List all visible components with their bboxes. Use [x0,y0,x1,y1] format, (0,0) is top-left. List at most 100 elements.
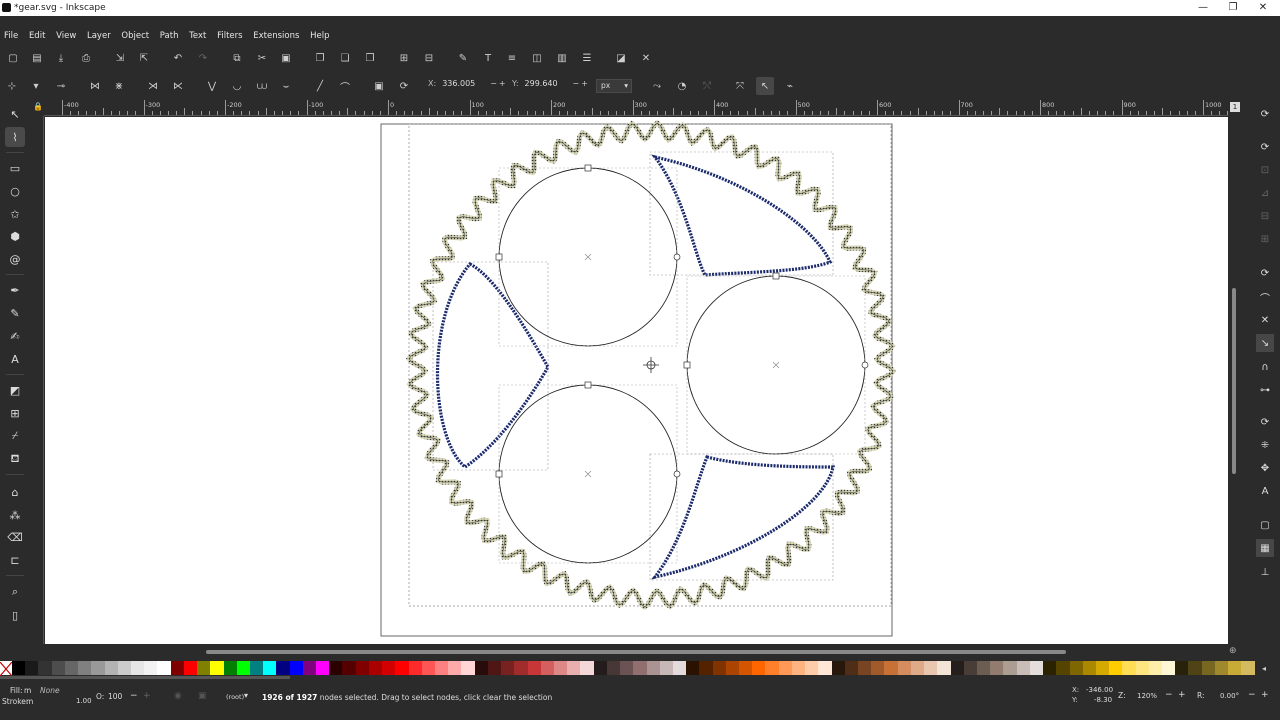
x-decrement-icon[interactable]: − [490,79,497,88]
menu-file[interactable]: File [0,28,22,41]
color-swatch[interactable] [540,661,554,675]
new-document-icon[interactable]: ▢ [4,49,22,67]
color-swatch[interactable] [368,661,383,675]
rotate-value[interactable]: 0.00° [1220,692,1239,700]
color-swatch[interactable] [236,661,250,675]
duplicate-icon[interactable]: ❐ [311,49,329,67]
edit-clip-icon[interactable]: ◔ [673,77,691,95]
snap-others-icon[interactable]: ⟳ [1256,413,1274,431]
color-swatch[interactable] [435,661,449,675]
cusp-node-icon[interactable]: ⋁ [203,77,221,95]
color-swatch[interactable] [580,661,594,675]
dropper-tool-icon[interactable]: ⌿ [5,426,25,446]
color-swatch[interactable] [1228,661,1242,675]
menu-object[interactable]: Object [117,28,153,41]
zoom-tool-icon[interactable]: ⌕ [5,582,25,602]
color-swatch[interactable] [38,661,52,675]
node-handle[interactable] [584,381,592,389]
snap-paths-icon[interactable]: ⌒ [1256,288,1274,306]
color-swatch[interactable] [990,661,1004,675]
lock-guides-icon[interactable]: 🔒 [33,102,43,111]
color-swatch[interactable] [871,661,885,675]
color-swatch[interactable] [844,661,858,675]
color-swatch[interactable] [408,661,422,675]
node-handle[interactable] [495,470,503,478]
menu-view[interactable]: View [52,28,80,41]
pen-tool-icon[interactable]: ✒ [5,280,25,300]
x-increment-icon[interactable]: + [499,79,506,88]
stroke-value[interactable]: m [26,697,33,706]
clone-icon[interactable]: ❏ [336,49,354,67]
eraser-tool-icon[interactable]: ⌫ [5,527,25,547]
node-handle[interactable] [683,361,691,369]
color-swatch[interactable] [950,661,964,675]
text-font-icon[interactable]: T [479,49,497,67]
smooth-node-icon[interactable]: ◡ [228,77,246,95]
color-swatch[interactable] [1122,661,1136,675]
cutout-bottom-right[interactable] [651,455,835,580]
layer-dropdown-icon[interactable]: ▾ [244,691,248,700]
objects-icon[interactable]: ▥ [553,49,571,67]
copy-icon[interactable]: ⧉ [228,49,246,67]
node-tool-icon[interactable]: ⌇ [5,127,25,147]
snap-guides-icon[interactable]: ⊥ [1256,563,1274,581]
snap-enable-icon[interactable]: ⟳ [1256,105,1274,123]
color-swatch[interactable] [1056,661,1070,675]
color-swatch[interactable] [805,661,819,675]
rotate-increment-icon[interactable]: + [1261,690,1269,700]
auto-smooth-node-icon[interactable]: ⌣ [277,77,295,95]
snap-page-border-icon[interactable]: ▢ [1256,516,1274,534]
color-swatch[interactable] [1214,661,1229,675]
color-swatch[interactable] [170,661,184,675]
color-swatch[interactable] [884,661,898,675]
color-swatch[interactable] [249,661,264,675]
drawing-svg[interactable] [45,117,1228,644]
group-icon[interactable]: ⊞ [395,49,413,67]
rotation-center-icon[interactable] [643,357,659,373]
node-handle[interactable] [495,253,503,261]
color-swatch[interactable] [302,661,317,675]
rotate-decrement-icon[interactable]: − [1248,690,1256,700]
color-swatch[interactable] [1148,661,1163,675]
color-swatch[interactable] [329,661,343,675]
horizontal-ruler[interactable]: -400 -300 -200 -100 0 100 200 300 400 500 600 700 80… [44,100,1229,116]
color-swatch[interactable] [831,661,845,675]
color-swatch[interactable] [51,661,65,675]
mesh-tool-icon[interactable]: ⊞ [5,403,25,423]
calligraphy-tool-icon[interactable]: ✍ [5,326,25,346]
color-swatch[interactable] [1082,661,1096,675]
import-icon[interactable]: ⇲ [111,49,129,67]
print-icon[interactable]: ⎙ [77,49,95,67]
node-handle[interactable] [673,470,681,478]
vertical-scrollbar[interactable] [1232,288,1236,474]
rectangle-tool-icon[interactable]: ▭ [5,158,25,178]
object-to-path-icon[interactable]: ▣ [370,77,388,95]
snap-rotation-center-icon[interactable]: ✥ [1256,459,1274,477]
color-swatch[interactable] [963,661,977,675]
color-swatch[interactable] [487,661,502,675]
color-swatch[interactable] [910,661,925,675]
symmetric-node-icon[interactable]: ⩊ [253,77,271,95]
fill-value[interactable]: m [24,686,31,695]
menu-text[interactable]: Text [185,28,210,41]
color-swatch[interactable] [739,661,753,675]
menu-extensions[interactable]: Extensions [249,28,303,41]
color-swatch[interactable] [553,661,568,675]
color-swatch[interactable] [1201,661,1215,675]
pencil-tool-icon[interactable]: ✎ [5,303,25,323]
gradient-tool-icon[interactable]: ◩ [5,380,25,400]
color-swatch[interactable] [699,661,713,675]
make-line-icon[interactable]: ╱ [311,77,329,95]
node-handle[interactable] [861,361,869,369]
color-swatch[interactable] [1003,661,1017,675]
delete-node-icon[interactable]: ⊸ [52,77,70,95]
cutout-top-right[interactable] [651,154,833,277]
color-swatch[interactable] [924,661,938,675]
snap-bbox-center-icon[interactable]: ⊞ [1256,230,1274,248]
star-tool-icon[interactable]: ✩ [5,204,25,224]
color-swatch[interactable] [633,661,647,675]
color-swatch[interactable] [858,661,872,675]
snap-nodes-icon[interactable]: ⟳ [1256,264,1274,282]
maximize-button[interactable]: ❐ [1218,1,1248,15]
x-coordinate-field[interactable]: X: 336.005− + [428,79,506,93]
